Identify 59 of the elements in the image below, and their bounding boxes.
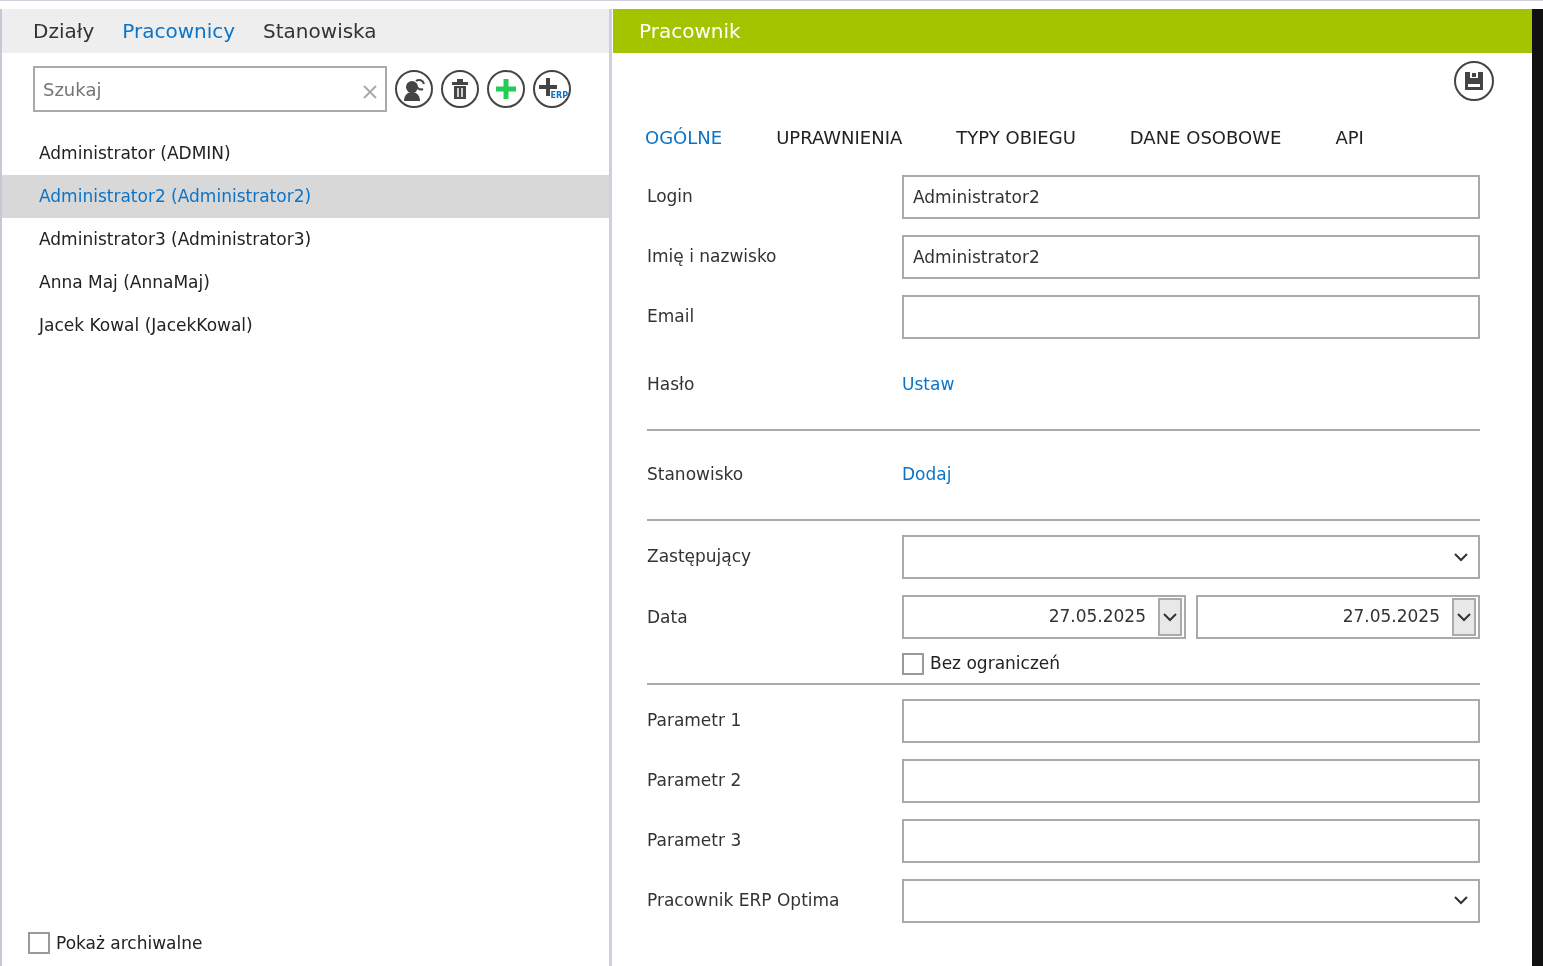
input-field[interactable] <box>902 758 1480 803</box>
input-field[interactable] <box>902 698 1480 743</box>
tab[interactable]: TYPY OBIEGU <box>956 123 1076 151</box>
tab[interactable]: DANE OSOBOWE <box>1129 123 1282 151</box>
field-label: Parametr 1 <box>647 708 743 732</box>
plus-icon <box>495 78 517 100</box>
chevron-icon <box>1454 896 1468 905</box>
checkbox[interactable] <box>28 932 50 955</box>
field-label: Login <box>647 185 694 209</box>
field-label: Parametr 2 <box>647 768 743 792</box>
chevron-icon <box>1454 552 1468 562</box>
save-button[interactable] <box>1454 61 1494 101</box>
toolbar-button[interactable] <box>441 70 479 108</box>
date-field[interactable]: 27.05.2025 <box>902 595 1186 639</box>
field-label: Hasło <box>647 373 696 397</box>
person-sync-icon <box>401 76 427 102</box>
erp-label: ERP <box>550 92 568 100</box>
dropdown-button[interactable] <box>1452 598 1476 636</box>
toolbar-button[interactable]: ERP <box>533 70 571 108</box>
field-label: Stanowisko <box>647 463 745 487</box>
tab[interactable]: API <box>1335 123 1364 151</box>
panel-header: Pracownik <box>613 9 1532 53</box>
list-item[interactable]: Jacek Kowal (JacekKowal) <box>2 304 609 347</box>
chevron-icon <box>1457 612 1471 622</box>
field-label: Data <box>647 606 689 629</box>
dropdown-button[interactable] <box>1158 598 1182 636</box>
field-label: Zastępujący <box>647 545 753 569</box>
dropdown[interactable] <box>902 878 1480 923</box>
floppy-icon <box>1464 71 1484 91</box>
toolbar-button[interactable] <box>395 70 433 108</box>
date-value: 27.05.2025 <box>1342 605 1440 629</box>
input-field[interactable]: Administrator2 <box>902 175 1480 219</box>
trash-icon <box>451 79 469 99</box>
tab[interactable]: Działy <box>33 16 95 46</box>
tab[interactable]: OGÓLNE <box>645 123 723 151</box>
checkbox[interactable] <box>902 652 924 675</box>
list-item[interactable]: Administrator3 (Administrator3) <box>2 218 609 261</box>
tab[interactable]: Stanowiska <box>263 16 377 46</box>
checkbox-label: Pokaż archiwalne <box>56 931 203 955</box>
toolbar-button[interactable] <box>487 70 525 108</box>
date-value: 27.05.2025 <box>1048 605 1146 629</box>
field-label: Email <box>647 305 696 329</box>
input-field[interactable] <box>902 295 1480 339</box>
tab[interactable]: Pracownicy <box>122 16 236 46</box>
field-label: Parametr 3 <box>647 828 743 852</box>
chevron-icon <box>1163 612 1177 622</box>
link[interactable]: Ustaw <box>902 372 955 398</box>
search-field[interactable]: Szukaj <box>33 66 387 112</box>
tab[interactable]: UPRAWNIENIA <box>776 123 903 151</box>
checkbox-label: Bez ograniczeń <box>930 652 1061 675</box>
date-field[interactable]: 27.05.2025 <box>1196 595 1480 639</box>
link[interactable]: Dodaj <box>902 462 952 488</box>
list-item[interactable]: Anna Maj (AnnaMaj) <box>2 261 609 304</box>
list-item[interactable]: Administrator (ADMIN) <box>2 132 609 175</box>
input-field[interactable]: Administrator2 <box>902 235 1480 279</box>
dropdown[interactable] <box>902 535 1480 579</box>
input-field[interactable] <box>902 818 1480 863</box>
field-label: Imię i nazwisko <box>647 245 778 269</box>
field-label: Pracownik ERP Optima <box>647 888 841 912</box>
